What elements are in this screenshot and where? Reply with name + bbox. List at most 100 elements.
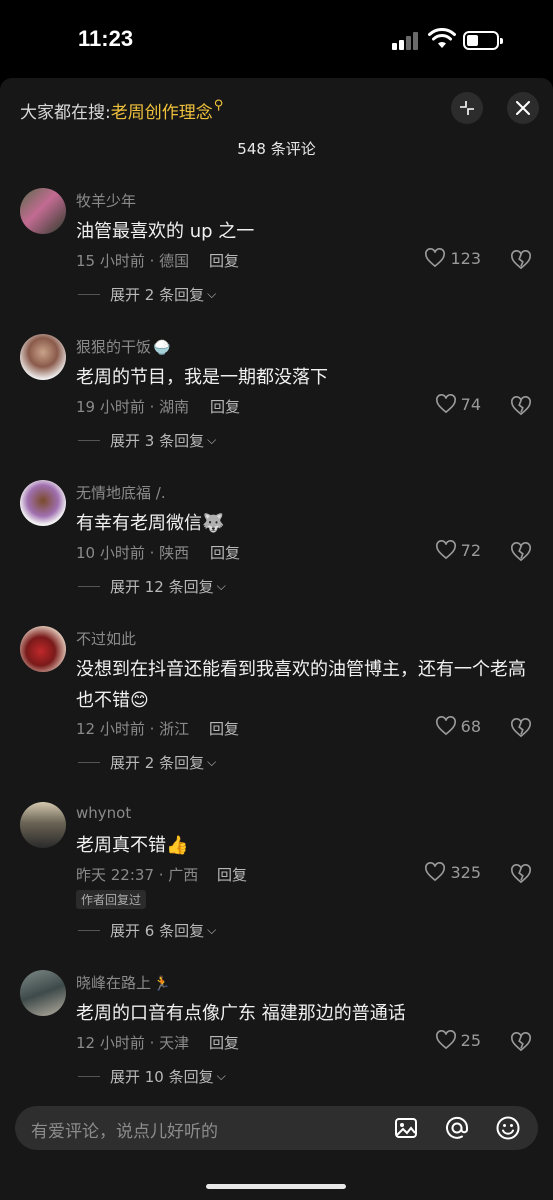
like-button[interactable]: 325 [424, 862, 481, 882]
comment-username[interactable]: 不过如此 [76, 628, 136, 649]
comment-meta: 15 小时前 · 德国 [76, 252, 190, 270]
chevron-down-icon: ⌵ [207, 755, 217, 769]
status-bar: 11:23 [0, 0, 553, 80]
reply-button[interactable]: 回复 [210, 396, 240, 417]
heart-icon [425, 248, 446, 268]
avatar[interactable] [20, 480, 66, 526]
chevron-down-icon: ⌵ [207, 287, 217, 301]
avatar[interactable] [20, 334, 66, 380]
comment-username[interactable]: 无情地底福 /. [76, 482, 166, 503]
like-button[interactable]: 123 [424, 248, 481, 268]
heart-icon [425, 862, 446, 882]
comment-text-content: 老周真不错 [76, 835, 166, 856]
chevron-down-icon: ⌵ [216, 1069, 226, 1083]
dislike-heart-icon[interactable] [510, 718, 532, 738]
comment-username-text: 晓峰在路上 [76, 974, 152, 992]
image-icon[interactable] [393, 1115, 419, 1141]
comment-text: 老周的口音有点像广东 福建那边的普通话 [76, 1003, 406, 1024]
dislike-heart-icon[interactable] [510, 396, 532, 416]
battery-icon [463, 31, 503, 50]
expand-replies[interactable]: 展开 10 条回复 ⌵ [78, 1066, 226, 1087]
heart-icon [435, 716, 456, 736]
avatar[interactable] [20, 626, 66, 672]
expand-replies[interactable]: 展开 6 条回复 ⌵ [78, 920, 216, 941]
like-button[interactable]: 74 [435, 394, 481, 414]
search-keyword[interactable]: 老周创作理念 [111, 98, 213, 123]
chevron-down-icon: ⌵ [216, 579, 226, 593]
reply-button[interactable]: 回复 [210, 542, 240, 563]
comment-username[interactable]: 晓峰在路上 🏃 [76, 972, 170, 993]
like-count: 72 [460, 540, 481, 560]
like-button[interactable]: 25 [435, 1030, 481, 1050]
wolf-emoji-icon: 🐺 [202, 513, 225, 534]
comment-text-content: 有幸有老周微信 [76, 513, 202, 534]
avatar[interactable] [20, 802, 66, 848]
like-button[interactable]: 68 [435, 716, 481, 736]
comment-input[interactable]: 有爱评论，说点儿好听的 [15, 1106, 538, 1150]
collapse-button[interactable] [451, 92, 483, 124]
grin-emoji-icon: 😊 [130, 690, 149, 711]
comment-count: 548 条评论 [237, 140, 316, 158]
expand-replies-label: 展开 12 条回复 [110, 578, 214, 596]
emoji-icon[interactable] [495, 1115, 521, 1141]
chevron-down-icon: ⌵ [207, 433, 217, 447]
chevron-down-icon: ⌵ [207, 923, 217, 937]
like-count: 325 [450, 862, 481, 882]
close-icon [516, 101, 530, 115]
heart-icon [435, 394, 456, 414]
reply-button[interactable]: 回复 [209, 250, 239, 271]
comment-text: 有幸有老周微信🐺 [76, 508, 531, 539]
heart-icon [435, 540, 456, 560]
comment-username[interactable]: whynot [76, 804, 131, 822]
comment-meta: 10 小时前 · 陕西 [76, 544, 190, 562]
expand-replies[interactable]: 展开 2 条回复 ⌵ [78, 284, 216, 305]
dislike-heart-icon[interactable] [510, 864, 532, 884]
rice-bowl-icon: 🍚 [153, 340, 171, 356]
search-prefix: 大家都在搜: [20, 103, 111, 123]
collapse-icon [460, 101, 474, 115]
close-button[interactable] [507, 92, 539, 124]
like-count: 68 [460, 716, 481, 736]
dislike-heart-icon[interactable] [510, 542, 532, 562]
expand-replies[interactable]: 展开 3 条回复 ⌵ [78, 430, 216, 451]
reply-button[interactable]: 回复 [209, 1032, 239, 1053]
comment-text: 没想到在抖音还能看到我喜欢的油管博主，还有一个老高也不错😊 [76, 654, 531, 716]
like-count: 74 [460, 394, 481, 414]
cellular-signal-icon [392, 32, 422, 50]
comment-sheet: 大家都在搜: 老周创作理念 ⚲ 548 条评论 牧羊少年 油管最喜欢的 up 之… [0, 78, 553, 1200]
comment-meta: 19 小时前 · 湖南 [76, 398, 190, 416]
like-count: 123 [450, 248, 481, 268]
expand-replies-label: 展开 2 条回复 [110, 754, 205, 772]
reply-button[interactable]: 回复 [217, 864, 247, 885]
like-button[interactable]: 72 [435, 540, 481, 560]
wifi-icon [428, 28, 456, 48]
dislike-heart-icon[interactable] [510, 250, 532, 270]
comment-username-text: 狠狠的干饭 [76, 338, 152, 356]
expand-replies-label: 展开 6 条回复 [110, 922, 205, 940]
status-time: 11:23 [78, 26, 134, 51]
like-count: 25 [460, 1030, 481, 1050]
avatar[interactable] [20, 188, 66, 234]
expand-replies[interactable]: 展开 2 条回复 ⌵ [78, 752, 216, 773]
comment-text: 油管最喜欢的 up 之一 [76, 221, 255, 242]
search-icon: ⚲ [213, 98, 224, 113]
comment-input-placeholder: 有爱评论，说点儿好听的 [31, 1122, 218, 1142]
comment-meta: 12 小时前 · 浙江 [76, 720, 190, 738]
dislike-heart-icon[interactable] [510, 1032, 532, 1052]
expand-replies-label: 展开 2 条回复 [110, 286, 205, 304]
comment-username[interactable]: 狠狠的干饭 🍚 [76, 336, 170, 357]
search-suggestion[interactable]: 大家都在搜: 老周创作理念 ⚲ [20, 98, 223, 123]
expand-replies[interactable]: 展开 12 条回复 ⌵ [78, 576, 226, 597]
comment-meta: 昨天 22:37 · 广西 [76, 866, 199, 884]
expand-replies-label: 展开 10 条回复 [110, 1068, 214, 1086]
comment-username[interactable]: 牧羊少年 [76, 190, 136, 211]
heart-icon [435, 1030, 456, 1050]
reply-button[interactable]: 回复 [209, 718, 239, 739]
avatar[interactable] [20, 970, 66, 1016]
at-icon[interactable] [444, 1115, 470, 1141]
home-indicator [206, 1184, 346, 1189]
comment-text: 老周真不错👍 [76, 830, 531, 861]
author-replied-badge: 作者回复过 [76, 890, 147, 909]
runner-icon: 🏃 [153, 976, 171, 992]
comment-text: 老周的节目，我是一期都没落下 [76, 367, 328, 388]
